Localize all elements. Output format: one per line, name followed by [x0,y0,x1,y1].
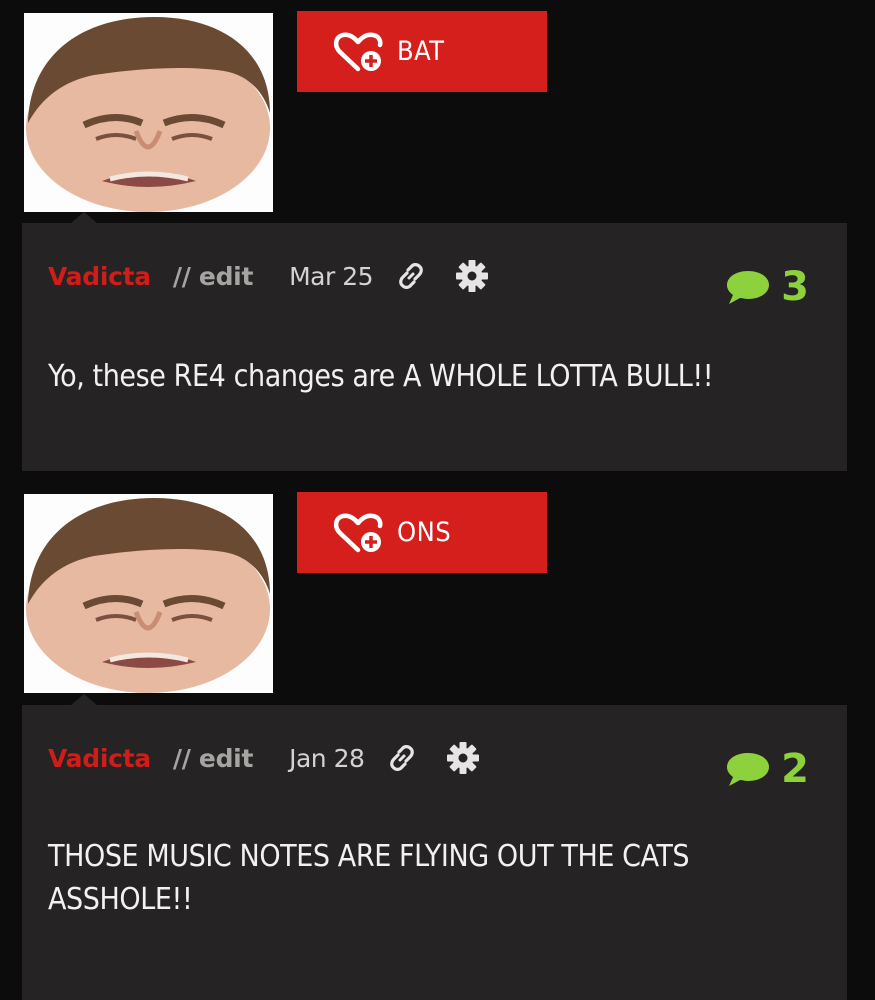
link-icon[interactable] [388,744,416,772]
comment-count: 2 [781,746,809,792]
comment-count-link[interactable]: 3 [725,267,809,307]
add-tag-button[interactable]: BAT [297,11,547,92]
comment-count: 3 [781,264,809,310]
gear-icon[interactable] [446,741,480,775]
heart-plus-icon [333,32,383,71]
add-tag-button[interactable]: ONS [297,492,547,573]
edit-link[interactable]: // edit [173,744,254,773]
user-avatar[interactable] [24,494,273,693]
edit-link[interactable]: // edit [173,262,254,291]
link-icon[interactable] [397,262,425,290]
comment-bubble-icon [727,271,770,304]
post-date[interactable]: Jan 28 [289,744,365,773]
gear-icon[interactable] [455,259,489,293]
user-avatar[interactable] [24,13,273,212]
post-date[interactable]: Mar 25 [289,262,373,291]
author-link[interactable]: Vadicta [48,744,151,773]
tag-label: BAT [397,36,445,67]
post-body: Yo, these RE4 changes are A WHOLE LOTTA … [48,359,714,394]
comment-bubble-icon [727,753,770,786]
author-link[interactable]: Vadicta [48,262,151,291]
heart-plus-icon [333,513,383,552]
tag-label: ONS [397,517,452,548]
post-card: Vadicta // edit Mar 25 3 Yo, these RE4 c… [22,223,847,471]
comment-count-link[interactable]: 2 [725,749,809,789]
post-card: Vadicta // edit Jan 28 2 THOSE MUSIC NOT… [22,705,847,1000]
post-body: THOSE MUSIC NOTES ARE FLYING OUT THE CAT… [48,839,690,917]
